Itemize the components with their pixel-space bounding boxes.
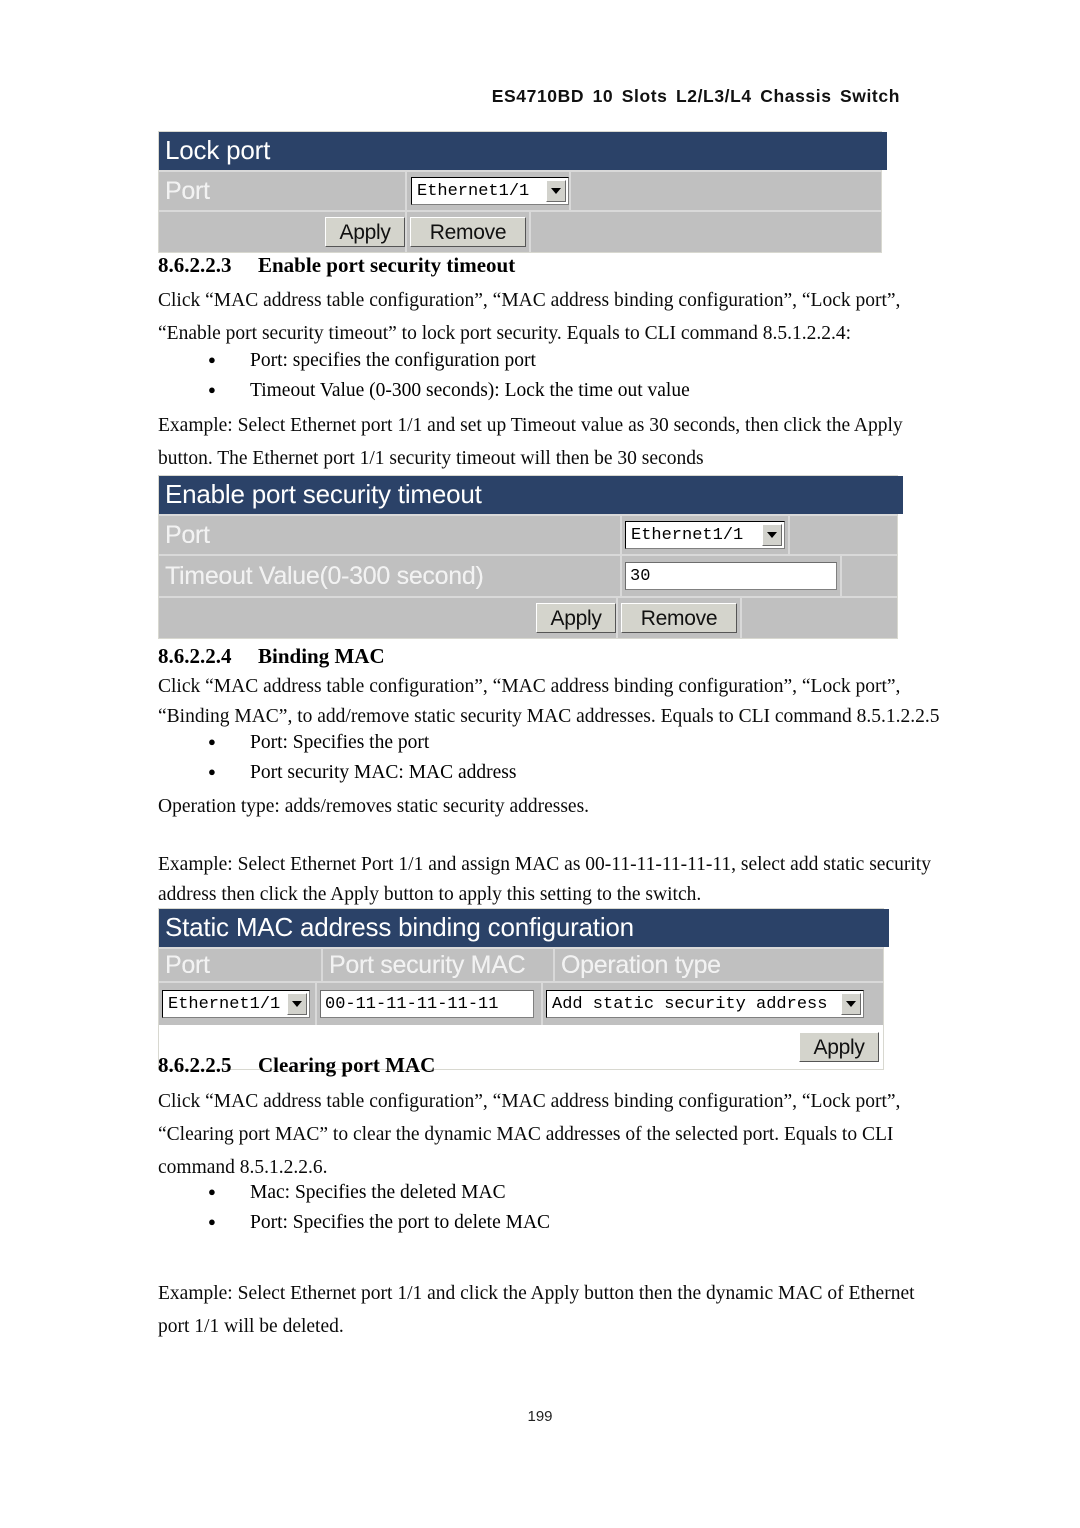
static-mac-apply-button[interactable]: Apply: [799, 1032, 879, 1062]
static-mac-operation-select[interactable]: Add static security address: [546, 990, 864, 1018]
binding-bullet-list: Port: Specifies the port Port security M…: [158, 727, 517, 788]
column-header-port: Port: [165, 951, 210, 979]
timeout-row-port: Port Ethernet1/1: [159, 514, 897, 554]
cell-divider: [569, 172, 571, 210]
section-number: 8.6.2.2.4: [158, 644, 232, 668]
timeout-paragraph-1-line-1: Click “MAC address table configuration”,…: [158, 290, 901, 311]
binding-paragraph-3-line-1: Example: Select Ethernet Port 1/1 and as…: [158, 854, 931, 875]
static-mac-port-cell: Ethernet1/1: [159, 990, 315, 1018]
static-mac-address-cell: 00-11-11-11-11-11: [317, 990, 541, 1018]
section-number: 8.6.2.2.5: [158, 1053, 232, 1077]
cell-divider: [620, 516, 622, 554]
clearing-paragraph-2-line-2: port 1/1 will be deleted.: [158, 1316, 344, 1337]
binding-paragraph-1-line-1: Click “MAC address table configuration”,…: [158, 676, 901, 697]
timeout-row-actions: Apply Remove: [159, 596, 897, 638]
cell-divider: [405, 212, 407, 252]
timeout-bullet-list: Port: specifies the configuration port T…: [158, 345, 690, 406]
lock-port-row-port: Port Ethernet1/1: [159, 170, 881, 210]
enable-port-security-timeout-panel: Enable port security timeout Port Ethern…: [158, 475, 903, 639]
clearing-bullet-list: Mac: Specifies the deleted MAC Port: Spe…: [158, 1177, 550, 1238]
timeout-row-value: Timeout Value(0-300 second) 30: [159, 554, 897, 596]
lock-port-apply-button[interactable]: Apply: [325, 217, 405, 247]
running-header: ES4710BD 10 Slots L2/L3/L4 Chassis Switc…: [491, 86, 900, 106]
lock-port-remove-button[interactable]: Remove: [410, 217, 526, 247]
timeout-paragraph-2-line-2: button. The Ethernet port 1/1 security t…: [158, 448, 704, 469]
column-header-operation-type: Operation type: [561, 951, 721, 979]
lock-port-label: Port: [165, 177, 210, 205]
cell-divider: [740, 598, 742, 638]
static-mac-binding-panel: Static MAC address binding configuration…: [158, 908, 889, 1070]
column-header-security-mac: Port security MAC: [329, 951, 526, 979]
binding-paragraph-2: Operation type: adds/removes static secu…: [158, 796, 590, 817]
list-item: Mac: Specifies the deleted MAC: [158, 1177, 550, 1208]
section-number: 8.6.2.2.3: [158, 253, 232, 277]
lock-port-port-select[interactable]: Ethernet1/1: [411, 177, 569, 205]
cell-divider: [529, 212, 531, 252]
cell-divider: [405, 172, 407, 210]
timeout-apply-button[interactable]: Apply: [536, 603, 616, 633]
static-mac-panel-title: Static MAC address binding configuration: [159, 909, 889, 947]
cell-divider: [788, 516, 790, 554]
cell-divider: [616, 598, 618, 638]
chevron-down-icon[interactable]: [841, 993, 861, 1015]
timeout-value-input[interactable]: 30: [625, 562, 837, 590]
lock-port-port-select-value: Ethernet1/1: [417, 181, 530, 201]
static-mac-port-select-value: Ethernet1/1: [168, 994, 281, 1014]
page-number: 199: [527, 1408, 553, 1425]
chevron-down-icon[interactable]: [546, 180, 566, 202]
chevron-down-icon[interactable]: [762, 524, 782, 546]
section-title: Clearing port MAC: [258, 1053, 436, 1077]
timeout-remove-button[interactable]: Remove: [621, 603, 737, 633]
list-item: Port: specifies the configuration port: [158, 345, 690, 376]
timeout-panel-title: Enable port security timeout: [159, 476, 903, 514]
clearing-paragraph-1-line-1: Click “MAC address table configuration”,…: [158, 1091, 901, 1112]
lock-port-panel: Lock port Port Ethernet1/1 Apply Remove: [158, 131, 887, 253]
static-mac-address-input[interactable]: 00-11-11-11-11-11: [320, 990, 534, 1018]
clearing-paragraph-2-line-1: Example: Select Ethernet port 1/1 and cl…: [158, 1283, 915, 1304]
list-item: Port: Specifies the port to delete MAC: [158, 1207, 550, 1238]
static-mac-column-headers: Port Port security MAC Operation type: [159, 947, 883, 981]
document-page: ES4710BD 10 Slots L2/L3/L4 Chassis Switc…: [0, 0, 1080, 1528]
clearing-paragraph-1-line-2: “Clearing port MAC” to clear the dynamic…: [158, 1124, 894, 1145]
timeout-paragraph-2-line-1: Example: Select Ethernet port 1/1 and se…: [158, 415, 903, 436]
section-heading-binding: 8.6.2.2.4 Binding MAC: [158, 643, 385, 669]
list-item: Timeout Value (0-300 seconds): Lock the …: [158, 375, 690, 406]
static-mac-input-row: Ethernet1/1 00-11-11-11-11-11 Add static…: [159, 981, 883, 1025]
chevron-down-icon[interactable]: [287, 993, 307, 1015]
section-title: Enable port security timeout: [258, 253, 516, 277]
cell-divider: [620, 556, 622, 596]
binding-paragraph-3-line-2: address then click the Apply button to a…: [158, 884, 702, 905]
static-mac-port-select[interactable]: Ethernet1/1: [162, 990, 310, 1018]
section-title: Binding MAC: [258, 644, 385, 668]
timeout-port-label: Port: [165, 521, 210, 549]
section-heading-clearing: 8.6.2.2.5 Clearing port MAC: [158, 1052, 435, 1078]
section-heading-timeout: 8.6.2.2.3 Enable port security timeout: [158, 252, 515, 278]
lock-port-row-actions: Apply Remove: [159, 210, 881, 252]
timeout-port-select[interactable]: Ethernet1/1: [625, 521, 785, 549]
lock-port-panel-title: Lock port: [159, 132, 887, 170]
timeout-port-select-value: Ethernet1/1: [631, 525, 744, 545]
list-item: Port security MAC: MAC address: [158, 757, 517, 788]
list-item: Port: Specifies the port: [158, 727, 517, 758]
timeout-value-label: Timeout Value(0-300 second): [165, 562, 484, 590]
static-mac-operation-cell: Add static security address: [543, 990, 883, 1018]
cell-divider: [840, 556, 842, 596]
static-mac-operation-select-value: Add static security address: [552, 994, 828, 1014]
